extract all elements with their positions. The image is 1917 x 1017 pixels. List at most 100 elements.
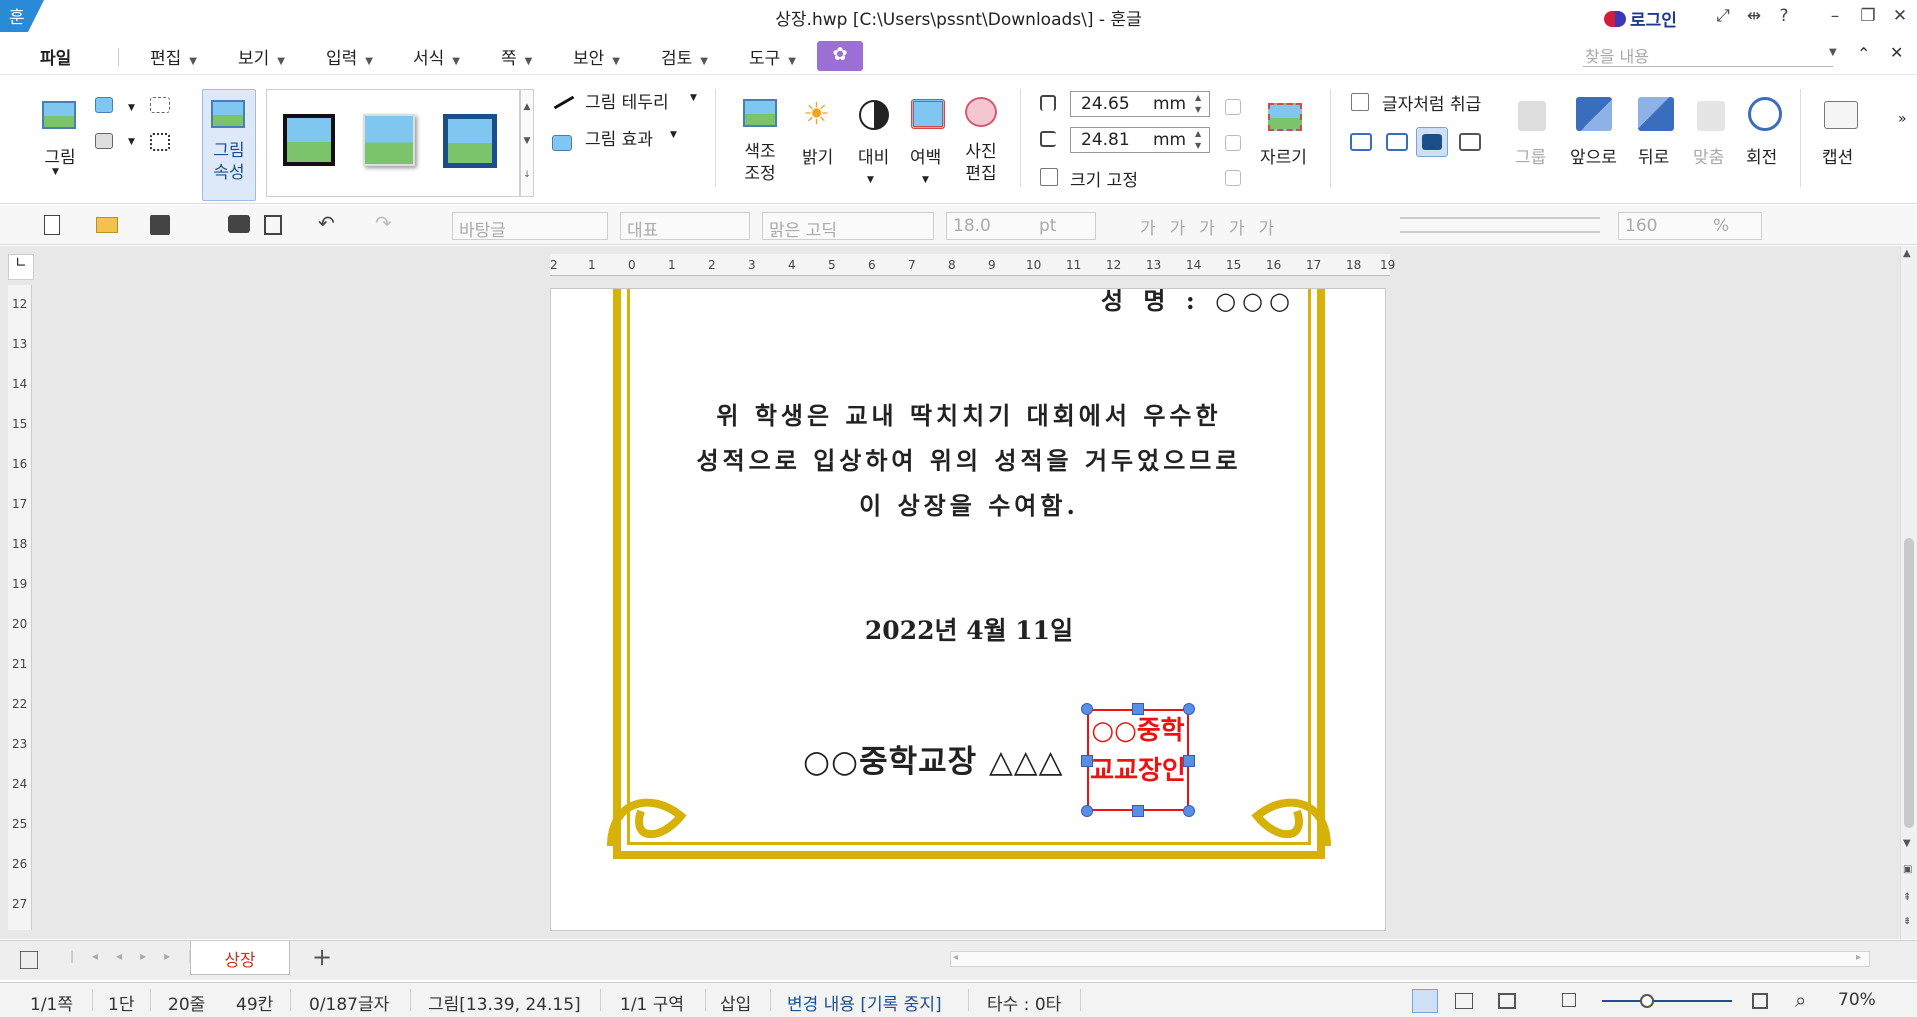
- minimize-icon[interactable]: –: [1822, 6, 1848, 26]
- horizontal-scrollbar[interactable]: ◂ ▸: [950, 951, 1870, 967]
- menu-security[interactable]: 보안 ▼: [573, 44, 620, 69]
- search-dropdown-icon[interactable]: ▼: [1829, 47, 1837, 58]
- scroll-down-icon[interactable]: ▼: [1903, 838, 1911, 849]
- web-view-icon[interactable]: [1455, 993, 1473, 1009]
- zoom-out-icon[interactable]: [1562, 993, 1576, 1007]
- contrast-dropdown-icon[interactable]: ▼: [867, 175, 874, 185]
- margin-dropdown-icon[interactable]: ▼: [922, 175, 929, 185]
- magnifier-icon[interactable]: ⌕: [1795, 988, 1806, 1012]
- effect-dropdown-icon[interactable]: ▼: [670, 130, 677, 140]
- horizontal-ruler[interactable]: 2 1 0 1 2 3 4 5 6 7 8 9 10 11 12 13 14 1…: [550, 254, 1395, 276]
- menu-tools[interactable]: 도구 ▼: [749, 44, 796, 69]
- dropdown-icon[interactable]: ▼: [128, 137, 135, 147]
- resize-handle[interactable]: [1081, 805, 1093, 817]
- school-seal-image[interactable]: ○○중학 교교장인: [1087, 709, 1189, 811]
- picture-border-label[interactable]: 그림 테두리: [585, 88, 669, 113]
- close-icon[interactable]: ✕: [1887, 6, 1913, 26]
- tab-list-icon[interactable]: [20, 951, 38, 969]
- paragraph-align-buttons[interactable]: [1400, 217, 1600, 233]
- vertical-scrollbar[interactable]: ▲ ▼ ▣ ⇞ ⇟: [1900, 246, 1917, 939]
- insert-picture-icon[interactable]: [95, 97, 113, 113]
- next-page-icon[interactable]: ⇟: [1903, 916, 1911, 927]
- search-input[interactable]: 찾을 내용: [1583, 43, 1833, 67]
- resize-handle[interactable]: [1132, 703, 1144, 715]
- crop-label[interactable]: 자르기: [1260, 143, 1307, 168]
- page-view-icon[interactable]: ▣: [1903, 864, 1912, 875]
- status-track-changes[interactable]: 변경 내용 [기록 중지]: [787, 990, 942, 1015]
- print-icon[interactable]: [228, 215, 250, 233]
- zoom-in-icon[interactable]: [1752, 993, 1768, 1009]
- resize-handle[interactable]: [1183, 703, 1195, 715]
- font-size-select[interactable]: 18.0 pt: [946, 212, 1096, 240]
- size-option-icon[interactable]: [1225, 170, 1241, 186]
- style-shadow-frame-icon[interactable]: [363, 114, 415, 166]
- status-zoom[interactable]: 70%: [1838, 990, 1876, 1010]
- wrap-front-icon[interactable]: [1459, 133, 1481, 151]
- menu-file[interactable]: 파일: [40, 44, 71, 69]
- picture-icon[interactable]: [42, 101, 76, 129]
- zoom-slider-thumb[interactable]: [1640, 994, 1654, 1008]
- login-button[interactable]: 로그인: [1604, 6, 1677, 31]
- page-view-button[interactable]: [1412, 989, 1438, 1013]
- replace-picture-icon[interactable]: [95, 133, 113, 149]
- color-adjust-icon[interactable]: [743, 99, 777, 127]
- undo-icon[interactable]: ↶: [318, 211, 335, 235]
- margin-icon[interactable]: [911, 99, 945, 129]
- caption-label[interactable]: 캡션: [1822, 143, 1853, 168]
- font-select[interactable]: 맑은 고딕: [762, 212, 934, 241]
- tab-document[interactable]: 상장: [190, 941, 290, 975]
- picture-effect-icon[interactable]: [552, 135, 572, 151]
- fullscreen-icon[interactable]: ⤢: [1710, 6, 1736, 26]
- width-field[interactable]: 24.65 mm ▲ ▼: [1070, 91, 1210, 117]
- size-option-icon[interactable]: [1225, 99, 1241, 115]
- prev-page-icon[interactable]: ⇞: [1903, 892, 1911, 903]
- contrast-icon[interactable]: [859, 100, 889, 130]
- menu-review[interactable]: 검토 ▼: [661, 44, 708, 69]
- border-pen-icon[interactable]: [553, 95, 575, 110]
- collapse-ribbon-icon[interactable]: ⌃: [1857, 44, 1870, 63]
- outline-select[interactable]: 대표: [620, 212, 750, 241]
- scroll-left-icon[interactable]: ◂: [953, 952, 958, 963]
- resize-handle[interactable]: [1132, 805, 1144, 817]
- brightness-icon[interactable]: ☀: [803, 97, 830, 132]
- ribbon-more-icon[interactable]: »: [1898, 111, 1907, 127]
- resize-handle[interactable]: [1183, 805, 1195, 817]
- ruler-toggle-icon[interactable]: ∟: [8, 254, 34, 280]
- picture-tool-tab[interactable]: ✿: [817, 41, 863, 71]
- menu-format[interactable]: 서식 ▼: [413, 44, 460, 69]
- height-stepper[interactable]: ▲ ▼: [1195, 128, 1201, 152]
- restore-picture-icon[interactable]: [150, 97, 170, 113]
- picture-label[interactable]: 그림: [40, 143, 80, 168]
- document-page[interactable]: 성 명 : ○○○ 위 학생은 교내 딱치치기 대회에서 우수한 성적으로 입상…: [550, 288, 1386, 931]
- color-adjust-label[interactable]: 색조 조정: [735, 141, 785, 185]
- size-option-icon[interactable]: [1225, 135, 1241, 151]
- border-dropdown-icon[interactable]: ▼: [690, 93, 697, 103]
- wrap-behind-button[interactable]: [1416, 127, 1448, 157]
- picture-properties-button[interactable]: 그림 속성: [202, 89, 256, 201]
- scroll-right-icon[interactable]: ▸: [1856, 952, 1861, 963]
- split-view-icon[interactable]: ⇹: [1741, 6, 1767, 26]
- picture-effect-label[interactable]: 그림 효과: [585, 125, 653, 150]
- redo-icon[interactable]: ↷: [375, 211, 392, 235]
- style-blue-frame-icon[interactable]: [443, 114, 497, 168]
- text-style-buttons[interactable]: 가가가가가: [1140, 214, 1288, 239]
- width-stepper[interactable]: ▲ ▼: [1195, 92, 1201, 116]
- contrast-label[interactable]: 대비: [858, 143, 889, 168]
- add-tab-button[interactable]: +: [300, 943, 344, 973]
- rotate-label[interactable]: 회전: [1746, 143, 1777, 168]
- dropdown-icon[interactable]: ▼: [128, 103, 135, 113]
- print-preview-icon[interactable]: [264, 215, 282, 235]
- resize-handle[interactable]: [1081, 703, 1093, 715]
- margin-label[interactable]: 여백: [910, 143, 941, 168]
- open-folder-icon[interactable]: [96, 217, 118, 233]
- wrap-square-icon[interactable]: [1350, 133, 1372, 151]
- status-insert-mode[interactable]: 삽입: [720, 990, 751, 1015]
- menu-view[interactable]: 보기 ▼: [238, 44, 285, 69]
- brightness-label[interactable]: 밝기: [802, 143, 833, 168]
- restore-icon[interactable]: ❐: [1855, 6, 1881, 26]
- status-page[interactable]: 1/1쪽: [30, 990, 73, 1015]
- vertical-scroll-thumb[interactable]: [1904, 538, 1914, 828]
- gallery-scroll[interactable]: ▲ ▼ ↓: [520, 89, 534, 197]
- caption-icon[interactable]: [1824, 101, 1858, 129]
- help-icon[interactable]: ?: [1771, 6, 1797, 26]
